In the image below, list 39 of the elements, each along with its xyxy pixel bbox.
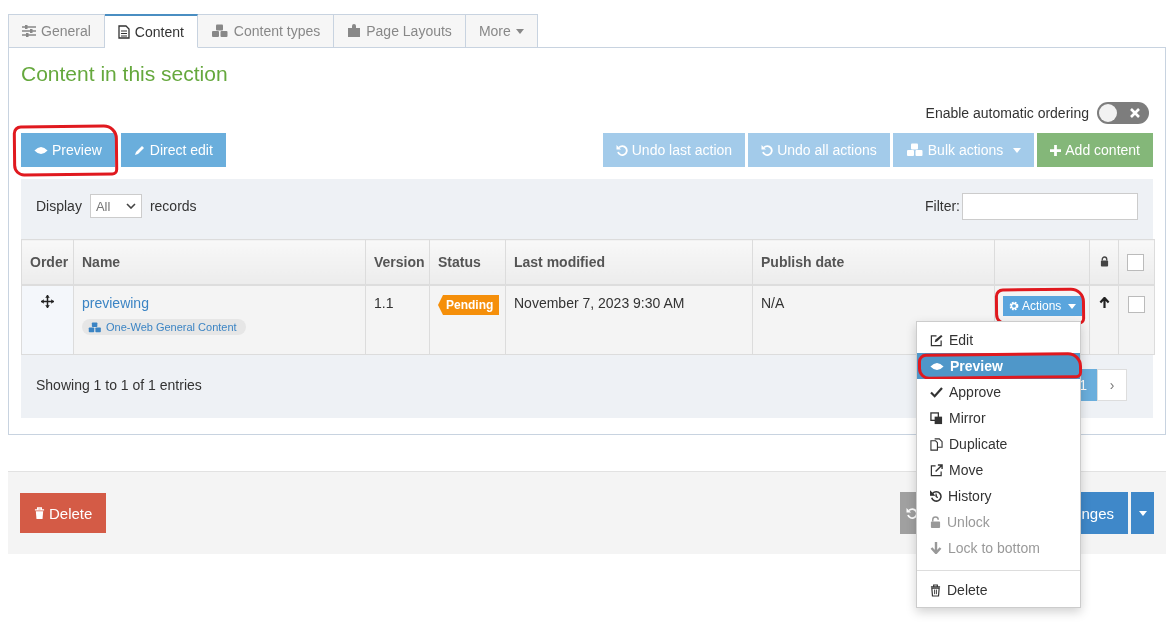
undo-button[interactable]: Undo last action: [602, 133, 746, 167]
table-cell: November 7, 2023 9:30 AM: [505, 285, 753, 355]
menu-item[interactable]: Duplicate: [917, 431, 1080, 457]
preview-button[interactable]: Preview: [21, 133, 115, 167]
menu-item[interactable]: Approve: [917, 379, 1080, 405]
content-type-label: One-Web General Content: [106, 321, 237, 333]
tab[interactable]: More: [465, 14, 538, 48]
page-button[interactable]: ›: [1097, 369, 1127, 401]
direct-edit-button[interactable]: Direct edit: [120, 133, 226, 167]
section-heading: Content in this section: [21, 62, 229, 86]
column-header: Order: [21, 239, 74, 285]
tab[interactable]: General: [8, 14, 105, 48]
toggle-label: Enable automatic ordering: [925, 105, 1089, 121]
display-label: Display: [36, 198, 82, 214]
column-header: Status: [429, 239, 506, 285]
menu-item[interactable]: History: [917, 483, 1080, 509]
delete-button[interactable]: Delete: [20, 493, 107, 533]
column-header: Name: [73, 239, 366, 285]
column-header: Last modified: [505, 239, 753, 285]
menu-item[interactable]: Move: [917, 457, 1080, 483]
records-label: records: [149, 198, 197, 214]
menu-item[interactable]: Mirror: [917, 405, 1080, 431]
records-select[interactable]: All: [89, 194, 142, 218]
dropdown-button[interactable]: Bulk actions: [892, 133, 1035, 167]
tab[interactable]: Content types: [197, 14, 335, 48]
table-cell: 1.1: [365, 285, 430, 355]
actions-button[interactable]: Actions: [1003, 296, 1083, 316]
column-header: Publish date: [752, 239, 995, 285]
undo-button[interactable]: Undo all actions: [748, 133, 890, 167]
add-button[interactable]: Add content: [1037, 133, 1153, 167]
entries-summary: Showing 1 to 1 of 1 entries: [36, 377, 202, 393]
column-header: Version: [365, 239, 430, 285]
menu-item[interactable]: Delete: [917, 577, 1080, 603]
menu-item[interactable]: Edit: [917, 327, 1080, 353]
status-tag: Pending: [438, 295, 500, 315]
tab[interactable]: Content: [104, 14, 198, 48]
filter-label: Filter:: [925, 198, 960, 214]
tab[interactable]: Page Layouts: [334, 14, 466, 48]
item-link[interactable]: previewing: [82, 295, 149, 311]
